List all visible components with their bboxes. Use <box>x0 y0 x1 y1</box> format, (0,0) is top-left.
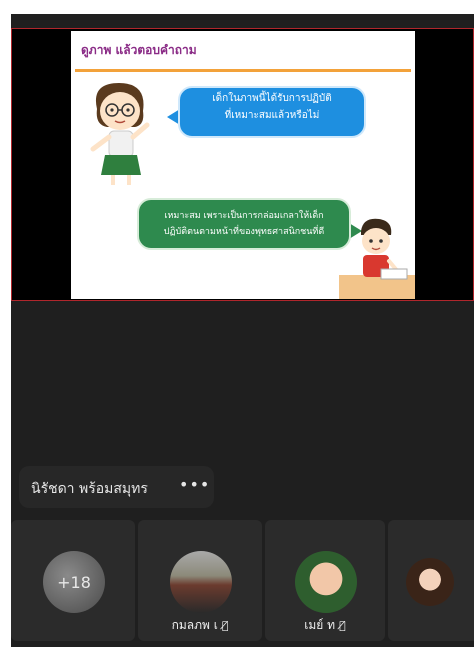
student-illustration <box>339 218 415 299</box>
participant-label: เมย์ ท 🎙̸ <box>265 616 385 635</box>
participant-strip: +18 กมลภพ เ 🎙̸ เมย์ ท 🎙̸ <box>11 520 474 641</box>
slide-title: ดูภาพ แล้วตอบคำถาม <box>81 43 197 57</box>
presenter-name: นิรัชดา พร้อมสมุทร <box>31 481 148 497</box>
teacher-illustration <box>90 83 150 185</box>
participant-name: กมลภพ เ <box>171 618 218 632</box>
participant-tile-overflow[interactable]: +18 <box>11 520 135 641</box>
avatar <box>406 558 454 606</box>
avatar <box>295 551 357 613</box>
question-bubble: เด็กในภาพนี้ได้รับการปฏิบัติ ที่เหมาะสมแ… <box>178 86 366 138</box>
answer-bubble: เหมาะสม เพราะเป็นการกล่อมเกลาให้เด็ก ปฏิ… <box>137 198 351 250</box>
overflow-count: +18 <box>57 572 91 592</box>
participant-label: กมลภพ เ 🎙̸ <box>138 616 262 635</box>
avatar <box>170 551 232 613</box>
answer-line-2: ปฏิบัติตนตามหน้าที่ของพุทธศาสนิกชนที่ดี <box>163 227 325 237</box>
shared-screen[interactable]: ดูภาพ แล้วตอบคำถาม เด็กในภาพนี้ได้รับการ… <box>11 28 474 301</box>
participant-tile[interactable]: กมลภพ เ 🎙̸ <box>138 520 262 641</box>
more-options-button[interactable]: ••• <box>179 475 210 494</box>
mic-off-icon: 🎙̸ <box>221 619 229 632</box>
question-line-1: เด็กในภาพนี้ได้รับการปฏิบัติ <box>212 93 332 104</box>
presentation-slide: ดูภาพ แล้วตอบคำถาม เด็กในภาพนี้ได้รับการ… <box>71 31 415 299</box>
mic-off-icon: 🎙̸ <box>339 619 346 632</box>
participant-tile[interactable] <box>388 520 474 641</box>
slide-divider <box>75 69 411 72</box>
participant-tile[interactable]: เมย์ ท 🎙̸ <box>265 520 385 641</box>
answer-line-1: เหมาะสม เพราะเป็นการกล่อมเกลาให้เด็ก <box>164 211 324 221</box>
participant-name: เมย์ ท <box>304 618 336 632</box>
presenter-name-chip[interactable]: นิรัชดา พร้อมสมุทร ••• <box>19 466 214 508</box>
question-line-2: ที่เหมาะสมแล้วหรือไม่ <box>224 110 320 121</box>
overflow-avatar: +18 <box>43 551 105 613</box>
meeting-window: ดูภาพ แล้วตอบคำถาม เด็กในภาพนี้ได้รับการ… <box>11 14 474 647</box>
